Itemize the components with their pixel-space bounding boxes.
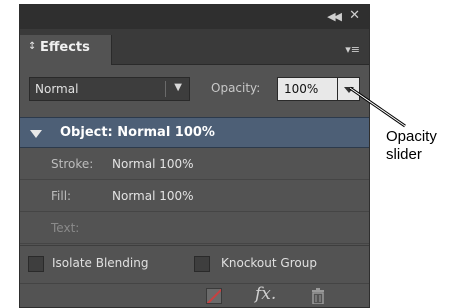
callout-caption: Opacity slider	[386, 128, 437, 164]
callout-line-2: slider	[386, 146, 422, 163]
callout-line-1: Opacity	[386, 128, 437, 145]
